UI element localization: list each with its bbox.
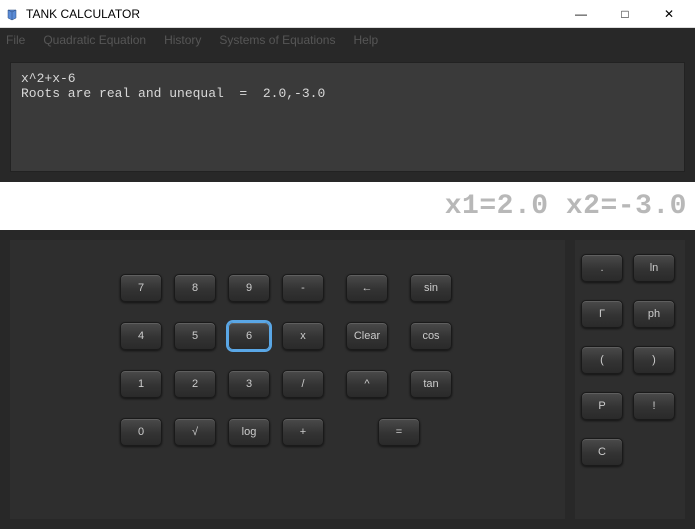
minimize-button[interactable]: — (559, 1, 603, 27)
menu-history[interactable]: History (164, 33, 201, 47)
btn-backspace[interactable]: ← (346, 274, 388, 302)
btn-gamma[interactable]: Γ (581, 300, 623, 328)
side-keypad: . ln Γ ph ( ) P ! C (575, 240, 685, 519)
btn-clear[interactable]: Clear (346, 322, 388, 350)
btn-rparen[interactable]: ) (633, 346, 675, 374)
menu-help[interactable]: Help (353, 33, 378, 47)
btn-2[interactable]: 2 (174, 370, 216, 398)
history-line-1: x^2+x-6 (21, 71, 76, 86)
keypad-area: 7 8 9 - ← sin 4 5 6 x Clear cos 1 2 3 / … (10, 240, 685, 519)
titlebar: TANK CALCULATOR — □ ✕ (0, 0, 695, 28)
window-title: TANK CALCULATOR (26, 7, 559, 21)
window-controls: — □ ✕ (559, 1, 691, 27)
btn-factorial[interactable]: ! (633, 392, 675, 420)
btn-lparen[interactable]: ( (581, 346, 623, 374)
btn-0[interactable]: 0 (120, 418, 162, 446)
btn-8[interactable]: 8 (174, 274, 216, 302)
menu-systems[interactable]: Systems of Equations (219, 33, 335, 47)
btn-minus[interactable]: - (282, 274, 324, 302)
btn-equals[interactable]: = (378, 418, 420, 446)
btn-5[interactable]: 5 (174, 322, 216, 350)
app-body: x^2+x-6 Roots are real and unequal = 2.0… (0, 52, 695, 529)
btn-c[interactable]: C (581, 438, 623, 466)
btn-log[interactable]: log (228, 418, 270, 446)
app-icon (4, 6, 20, 22)
btn-divide[interactable]: / (282, 370, 324, 398)
btn-1[interactable]: 1 (120, 370, 162, 398)
menu-file[interactable]: File (6, 33, 25, 47)
menu-quadratic[interactable]: Quadratic Equation (43, 33, 146, 47)
maximize-button[interactable]: □ (603, 1, 647, 27)
history-line-2: Roots are real and unequal = 2.0,-3.0 (21, 86, 325, 101)
btn-3[interactable]: 3 (228, 370, 270, 398)
btn-plus[interactable]: + (282, 418, 324, 446)
btn-4[interactable]: 4 (120, 322, 162, 350)
btn-sqrt[interactable]: √ (174, 418, 216, 446)
history-panel: x^2+x-6 Roots are real and unequal = 2.0… (10, 62, 685, 172)
btn-cos[interactable]: cos (410, 322, 452, 350)
main-keypad: 7 8 9 - ← sin 4 5 6 x Clear cos 1 2 3 / … (10, 240, 565, 519)
btn-dot[interactable]: . (581, 254, 623, 282)
btn-ln[interactable]: ln (633, 254, 675, 282)
btn-sin[interactable]: sin (410, 274, 452, 302)
display-value: x1=2.0 x2=-3.0 (445, 191, 687, 222)
btn-ph[interactable]: ph (633, 300, 675, 328)
btn-6[interactable]: 6 (228, 322, 270, 350)
btn-multiply[interactable]: x (282, 322, 324, 350)
btn-tan[interactable]: tan (410, 370, 452, 398)
close-button[interactable]: ✕ (647, 1, 691, 27)
btn-p[interactable]: P (581, 392, 623, 420)
btn-9[interactable]: 9 (228, 274, 270, 302)
menubar: File Quadratic Equation History Systems … (0, 28, 695, 52)
btn-7[interactable]: 7 (120, 274, 162, 302)
display-wrap: x1=2.0 x2=-3.0 (0, 182, 695, 230)
btn-power[interactable]: ^ (346, 370, 388, 398)
